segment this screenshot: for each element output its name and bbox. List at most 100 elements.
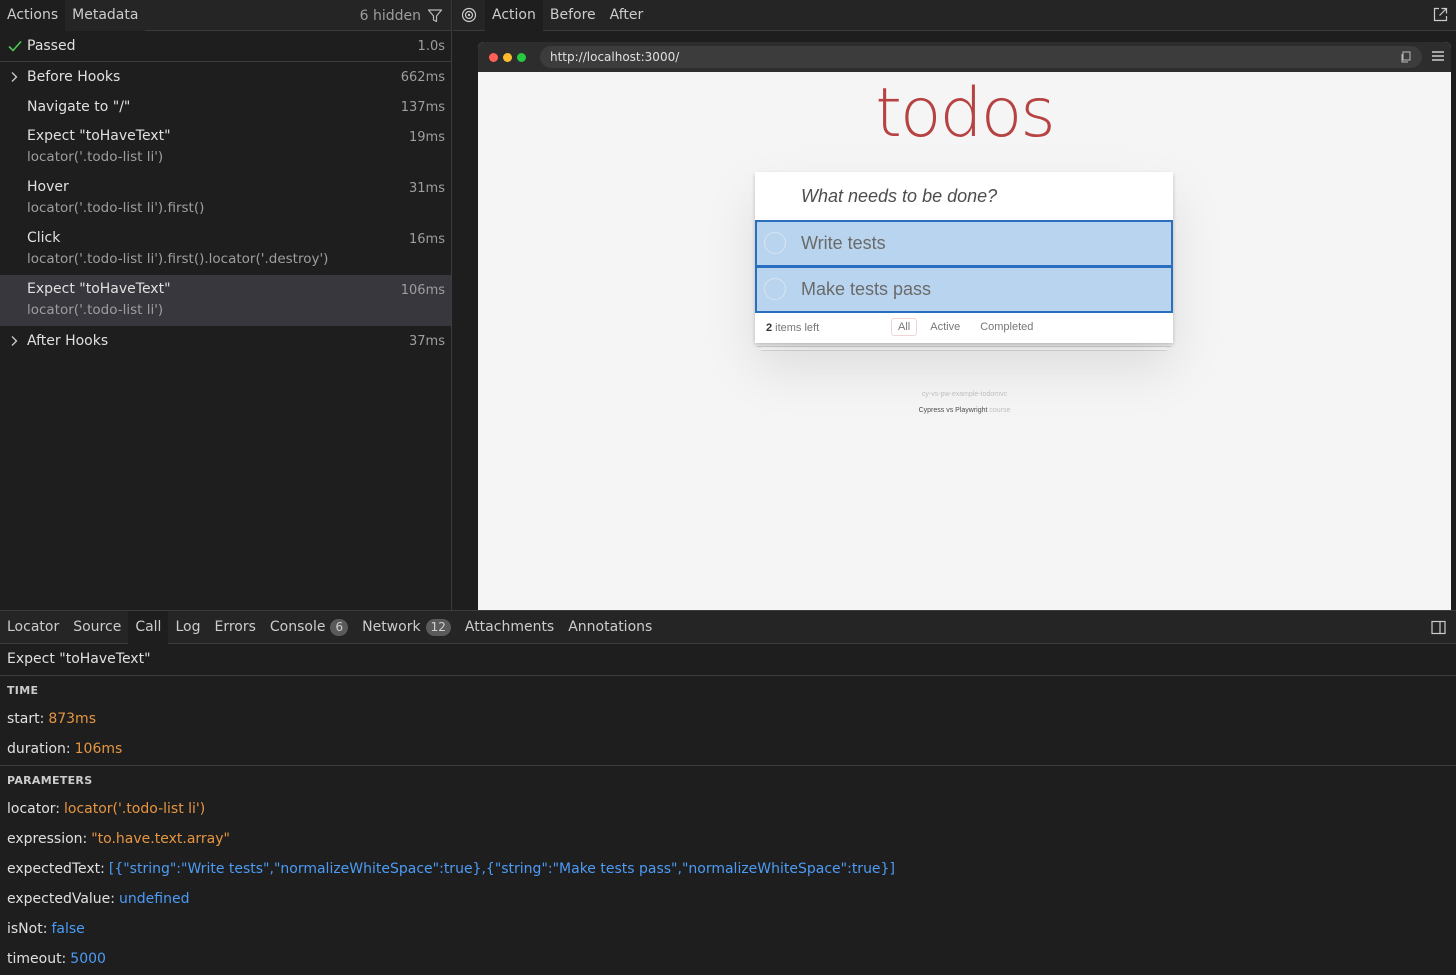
actions-tabbar: Actions Metadata 6 hidden — [0, 0, 451, 31]
chevron-right-icon[interactable] — [9, 335, 19, 347]
param-value: false — [51, 921, 85, 937]
action-row-hover[interactable]: Hover locator('.todo-list li').first() 3… — [0, 173, 451, 224]
tab-network[interactable]: Network 12 — [355, 611, 458, 644]
tab-metadata[interactable]: Metadata — [65, 0, 146, 31]
action-locator: locator('.todo-list li') — [27, 302, 164, 318]
copy-icon[interactable] — [1400, 51, 1412, 63]
hidden-count-label: 6 hidden — [359, 7, 421, 24]
todo-info-line-2: Cypress vs Playwright course — [478, 407, 1451, 414]
duration-key: duration: — [7, 741, 71, 757]
menu-icon[interactable] — [1431, 50, 1445, 62]
action-locator: locator('.todo-list li') — [27, 149, 164, 165]
tab-label: Log — [175, 618, 201, 635]
hidden-filter-button[interactable]: 6 hidden — [360, 0, 443, 31]
tab-attachments[interactable]: Attachments — [458, 611, 561, 644]
action-title: Click — [27, 230, 61, 246]
filter-completed[interactable]: Completed — [973, 318, 1040, 336]
action-row-expect-2[interactable]: Expect "toHaveText" locator('.todo-list … — [0, 275, 451, 326]
info-project-name: cy-vs-pw-example-todomvc — [921, 391, 1008, 398]
tab-label: Source — [73, 618, 122, 635]
action-row-navigate[interactable]: Navigate to "/" 137ms — [0, 92, 451, 122]
action-row-click[interactable]: Click locator('.todo-list li').first().l… — [0, 224, 451, 275]
tab-actions[interactable]: Actions — [0, 0, 66, 31]
action-title: Before Hooks — [27, 69, 121, 85]
param-row: locator: locator('.todo-list li') — [0, 794, 1456, 824]
tab-label: Errors — [214, 618, 256, 635]
action-time: 31ms — [409, 181, 445, 196]
toggle-sidebar-icon[interactable] — [1431, 620, 1446, 635]
param-key: isNot: — [7, 921, 48, 937]
new-todo-input[interactable]: What needs to be done? — [755, 172, 1173, 220]
status-time: 1.0s — [417, 38, 445, 54]
browser-snapshot: http://localhost:3000/ todos What needs … — [478, 42, 1451, 610]
param-key: locator: — [7, 801, 61, 817]
tab-source[interactable]: Source — [66, 611, 128, 644]
action-row-before-hooks[interactable]: Before Hooks 662ms — [0, 62, 451, 92]
action-time: 662ms — [400, 69, 445, 85]
todo-item-label: Make tests pass — [801, 279, 932, 299]
tab-label: Locator — [7, 618, 60, 635]
console-count-badge: 6 — [330, 618, 349, 636]
parameters-heading: PARAMETERS — [7, 774, 93, 787]
param-value: 5000 — [70, 951, 106, 967]
todo-app-title: todos — [875, 74, 1055, 153]
param-value: locator('.todo-list li') — [64, 801, 206, 817]
actions-panel: Actions Metadata 6 hidden Passed 1.0s Be… — [0, 0, 452, 610]
snapshot-tabbar: Action Before After — [453, 0, 1456, 31]
filter-all[interactable]: All — [891, 318, 918, 336]
time-heading: TIME — [7, 684, 39, 697]
start-value: 873ms — [48, 711, 96, 727]
todo-item[interactable]: Write tests — [755, 220, 1173, 267]
call-title: Expect "toHaveText" — [0, 644, 1456, 676]
action-time: 16ms — [409, 232, 445, 247]
tab-log[interactable]: Log — [168, 611, 207, 644]
param-value: [{"string":"Write tests","normalizeWhite… — [108, 861, 895, 877]
window-maximize-dot — [517, 52, 526, 62]
param-key: expectedValue: — [7, 891, 116, 907]
action-title: Hover — [27, 179, 69, 195]
todo-card: What needs to be done? Write tests Make … — [755, 172, 1173, 343]
filter-active[interactable]: Active — [923, 318, 967, 336]
action-title: After Hooks — [27, 333, 109, 349]
url-bar: http://localhost:3000/ — [540, 46, 1422, 68]
duration-row: duration: 106ms — [0, 734, 1456, 764]
details-panel: Locator Source Call Log Errors Console 6… — [0, 610, 1456, 975]
tab-locator[interactable]: Locator — [0, 611, 66, 644]
open-external-icon[interactable] — [1433, 7, 1448, 22]
info-course-link[interactable]: Cypress vs Playwright — [919, 407, 988, 414]
pick-locator-icon[interactable] — [461, 7, 477, 23]
action-row-expect-1[interactable]: Expect "toHaveText" locator('.todo-list … — [0, 122, 451, 173]
param-row: timeout: 5000 — [0, 944, 1456, 974]
chevron-right-icon[interactable] — [9, 71, 19, 83]
todo-footer: 2 items left All Active Completed — [755, 313, 1173, 343]
tab-errors[interactable]: Errors — [207, 611, 262, 644]
network-count-badge: 12 — [425, 618, 451, 636]
tab-before[interactable]: Before — [543, 0, 603, 31]
todo-stack-shadow — [761, 347, 1167, 351]
tab-label: Annotations — [568, 618, 653, 635]
tab-annotations[interactable]: Annotations — [561, 611, 659, 644]
test-status-row: Passed 1.0s — [0, 31, 451, 62]
tab-label: Console — [269, 618, 326, 635]
todo-item[interactable]: Make tests pass — [755, 266, 1173, 313]
todo-toggle-checkbox[interactable] — [764, 278, 786, 300]
tab-after[interactable]: After — [603, 0, 651, 31]
tab-console[interactable]: Console 6 — [263, 611, 355, 644]
todo-toggle-checkbox[interactable] — [764, 232, 786, 254]
param-key: expectedText: — [7, 861, 105, 877]
tab-label: Attachments — [464, 618, 555, 635]
param-row: expectedText: [{"string":"Write tests","n… — [0, 854, 1456, 884]
items-left-label: items left — [775, 322, 820, 334]
tab-action[interactable]: Action — [485, 0, 543, 31]
start-row: start: 873ms — [0, 704, 1456, 734]
todo-filters: All Active Completed — [891, 318, 1040, 336]
check-icon — [8, 40, 22, 52]
param-key: timeout: — [7, 951, 67, 967]
param-row: isNot: false — [0, 914, 1456, 944]
action-time: 19ms — [409, 130, 445, 145]
action-row-after-hooks[interactable]: After Hooks 37ms — [0, 326, 451, 356]
todo-item-label: Write tests — [801, 233, 886, 253]
window-close-dot — [489, 52, 498, 62]
action-title: Navigate to "/" — [27, 99, 131, 115]
tab-call[interactable]: Call — [128, 610, 169, 644]
